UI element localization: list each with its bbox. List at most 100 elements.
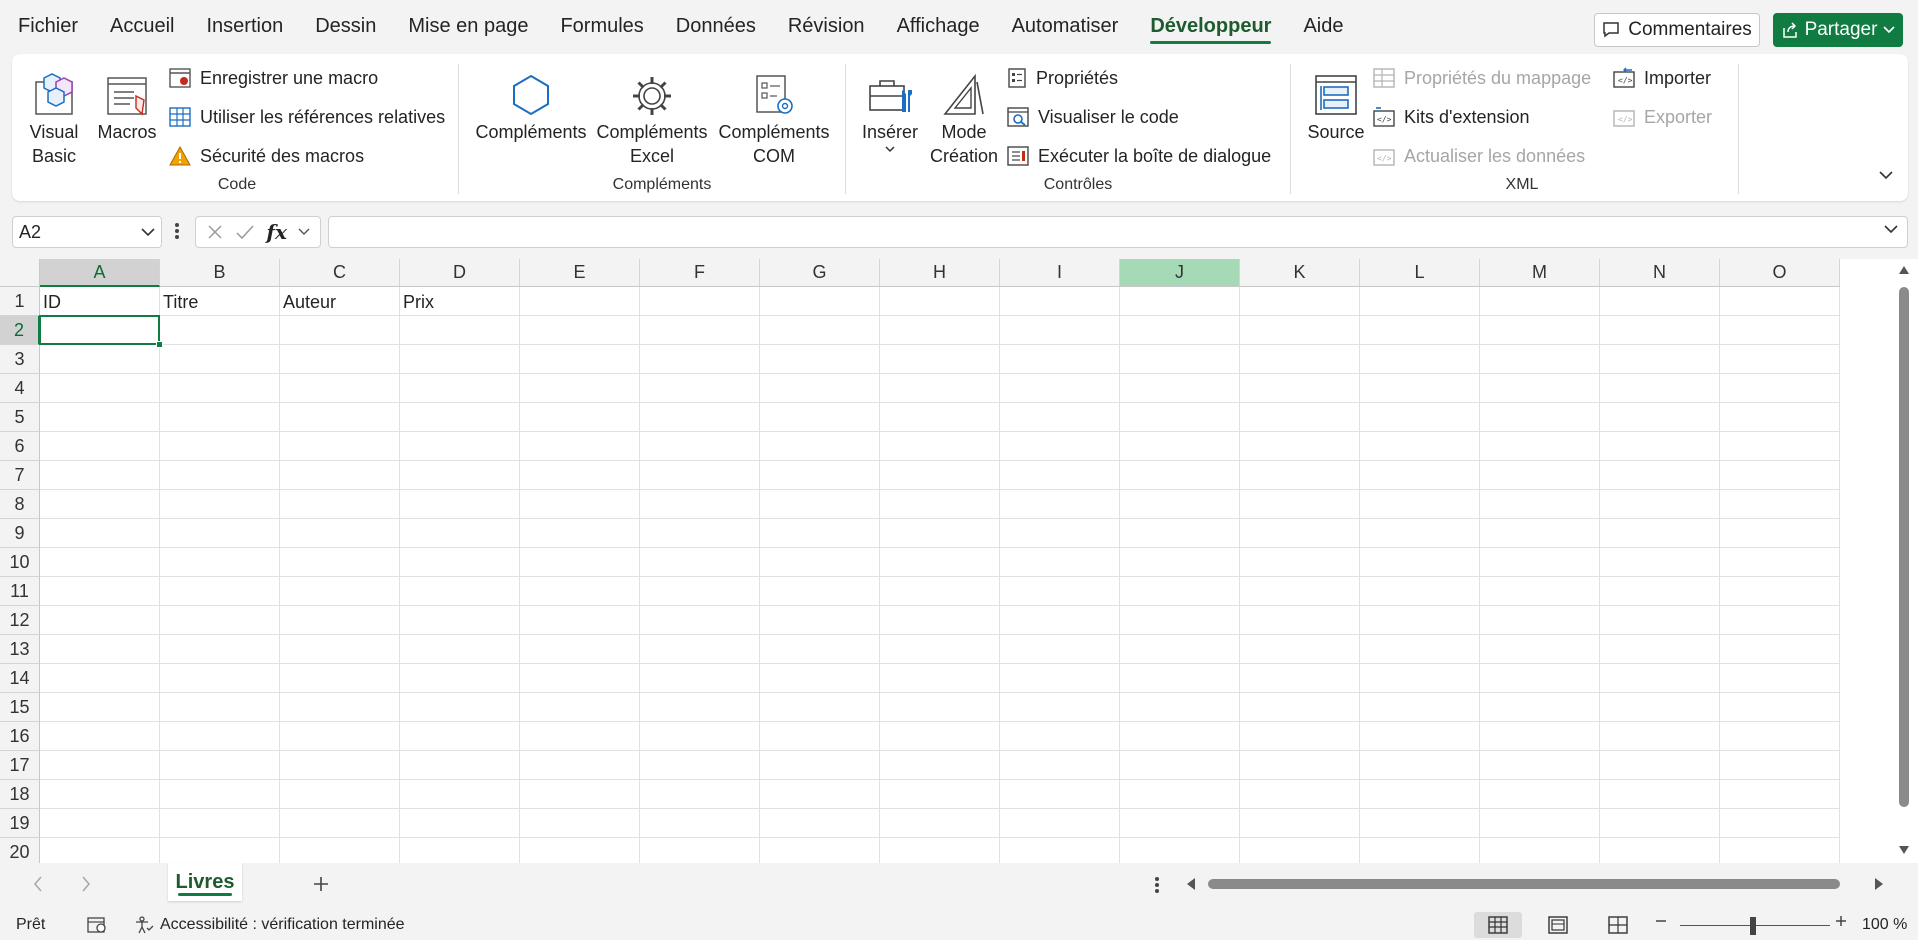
chevron-down-icon[interactable]	[141, 227, 155, 237]
cell-i5[interactable]	[1000, 403, 1120, 432]
column-header-i[interactable]: I	[1000, 259, 1120, 287]
cell-l12[interactable]	[1360, 606, 1480, 635]
macros-button[interactable]: Macros	[94, 60, 160, 144]
cell-h13[interactable]	[880, 635, 1000, 664]
zoom-slider-thumb[interactable]	[1750, 917, 1756, 935]
cell-f16[interactable]	[640, 722, 760, 751]
cell-m9[interactable]	[1480, 519, 1600, 548]
row-header-10[interactable]: 10	[0, 548, 40, 577]
vertical-scroll-thumb[interactable]	[1899, 287, 1909, 807]
cell-e9[interactable]	[520, 519, 640, 548]
cell-g2[interactable]	[760, 316, 880, 345]
cell-a13[interactable]	[40, 635, 160, 664]
cell-l13[interactable]	[1360, 635, 1480, 664]
column-header-c[interactable]: C	[280, 259, 400, 287]
row-header-18[interactable]: 18	[0, 780, 40, 809]
column-header-d[interactable]: D	[400, 259, 520, 287]
cell-m10[interactable]	[1480, 548, 1600, 577]
name-box[interactable]: A2	[12, 216, 162, 248]
cell-f4[interactable]	[640, 374, 760, 403]
cell-o3[interactable]	[1720, 345, 1840, 374]
cell-f11[interactable]	[640, 577, 760, 606]
cell-g14[interactable]	[760, 664, 880, 693]
cell-d19[interactable]	[400, 809, 520, 838]
row-header-13[interactable]: 13	[0, 635, 40, 664]
cell-l2[interactable]	[1360, 316, 1480, 345]
cell-a1[interactable]: ID	[40, 287, 160, 316]
cell-i14[interactable]	[1000, 664, 1120, 693]
cell-k17[interactable]	[1240, 751, 1360, 780]
cell-f10[interactable]	[640, 548, 760, 577]
row-header-11[interactable]: 11	[0, 577, 40, 606]
tab-developpeur[interactable]: Développeur	[1150, 7, 1272, 46]
cell-c1[interactable]: Auteur	[280, 287, 400, 316]
row-header-12[interactable]: 12	[0, 606, 40, 635]
refresh-data-button[interactable]: </> Actualiser les données	[1372, 141, 1585, 171]
cell-m2[interactable]	[1480, 316, 1600, 345]
cell-e8[interactable]	[520, 490, 640, 519]
row-header-6[interactable]: 6	[0, 432, 40, 461]
cell-f12[interactable]	[640, 606, 760, 635]
cell-n15[interactable]	[1600, 693, 1720, 722]
excel-addins-button[interactable]: Compléments Excel	[594, 60, 710, 168]
cell-a3[interactable]	[40, 345, 160, 374]
cell-d12[interactable]	[400, 606, 520, 635]
page-layout-view-button[interactable]	[1534, 912, 1582, 938]
cell-l4[interactable]	[1360, 374, 1480, 403]
cell-o19[interactable]	[1720, 809, 1840, 838]
tab-affichage[interactable]: Affichage	[897, 7, 980, 46]
cell-k19[interactable]	[1240, 809, 1360, 838]
column-header-b[interactable]: B	[160, 259, 280, 287]
cell-d1[interactable]: Prix	[400, 287, 520, 316]
cell-i10[interactable]	[1000, 548, 1120, 577]
tab-accueil[interactable]: Accueil	[110, 7, 174, 46]
relative-refs-button[interactable]: Utiliser les références relatives	[168, 102, 445, 132]
cell-o7[interactable]	[1720, 461, 1840, 490]
cell-h16[interactable]	[880, 722, 1000, 751]
cell-h17[interactable]	[880, 751, 1000, 780]
cell-l19[interactable]	[1360, 809, 1480, 838]
tab-aide[interactable]: Aide	[1303, 7, 1343, 46]
cell-l16[interactable]	[1360, 722, 1480, 751]
cell-h3[interactable]	[880, 345, 1000, 374]
more-options-icon[interactable]	[174, 220, 180, 242]
row-header-3[interactable]: 3	[0, 345, 40, 374]
cell-e5[interactable]	[520, 403, 640, 432]
cell-d6[interactable]	[400, 432, 520, 461]
cell-d14[interactable]	[400, 664, 520, 693]
cell-b18[interactable]	[160, 780, 280, 809]
cell-n13[interactable]	[1600, 635, 1720, 664]
cell-l15[interactable]	[1360, 693, 1480, 722]
cell-m16[interactable]	[1480, 722, 1600, 751]
cell-n11[interactable]	[1600, 577, 1720, 606]
cell-n1[interactable]	[1600, 287, 1720, 316]
cell-b12[interactable]	[160, 606, 280, 635]
cell-j7[interactable]	[1120, 461, 1240, 490]
cell-i11[interactable]	[1000, 577, 1120, 606]
cell-l18[interactable]	[1360, 780, 1480, 809]
cell-n8[interactable]	[1600, 490, 1720, 519]
ribbon-collapse-button[interactable]	[1878, 170, 1894, 180]
cell-i7[interactable]	[1000, 461, 1120, 490]
run-dialog-button[interactable]: Exécuter la boîte de dialogue	[1006, 141, 1271, 171]
cell-i16[interactable]	[1000, 722, 1120, 751]
row-header-4[interactable]: 4	[0, 374, 40, 403]
cell-c19[interactable]	[280, 809, 400, 838]
cell-f18[interactable]	[640, 780, 760, 809]
cell-d11[interactable]	[400, 577, 520, 606]
cell-h10[interactable]	[880, 548, 1000, 577]
close-icon[interactable]	[206, 223, 224, 241]
cell-m3[interactable]	[1480, 345, 1600, 374]
chevron-down-icon[interactable]	[1883, 224, 1899, 234]
cell-n9[interactable]	[1600, 519, 1720, 548]
cell-j18[interactable]	[1120, 780, 1240, 809]
cell-f15[interactable]	[640, 693, 760, 722]
formula-input[interactable]	[328, 216, 1908, 248]
cell-j17[interactable]	[1120, 751, 1240, 780]
cell-a9[interactable]	[40, 519, 160, 548]
cell-h18[interactable]	[880, 780, 1000, 809]
cell-f6[interactable]	[640, 432, 760, 461]
tab-insertion[interactable]: Insertion	[207, 7, 284, 46]
chevron-down-icon[interactable]	[298, 228, 310, 236]
cell-j11[interactable]	[1120, 577, 1240, 606]
